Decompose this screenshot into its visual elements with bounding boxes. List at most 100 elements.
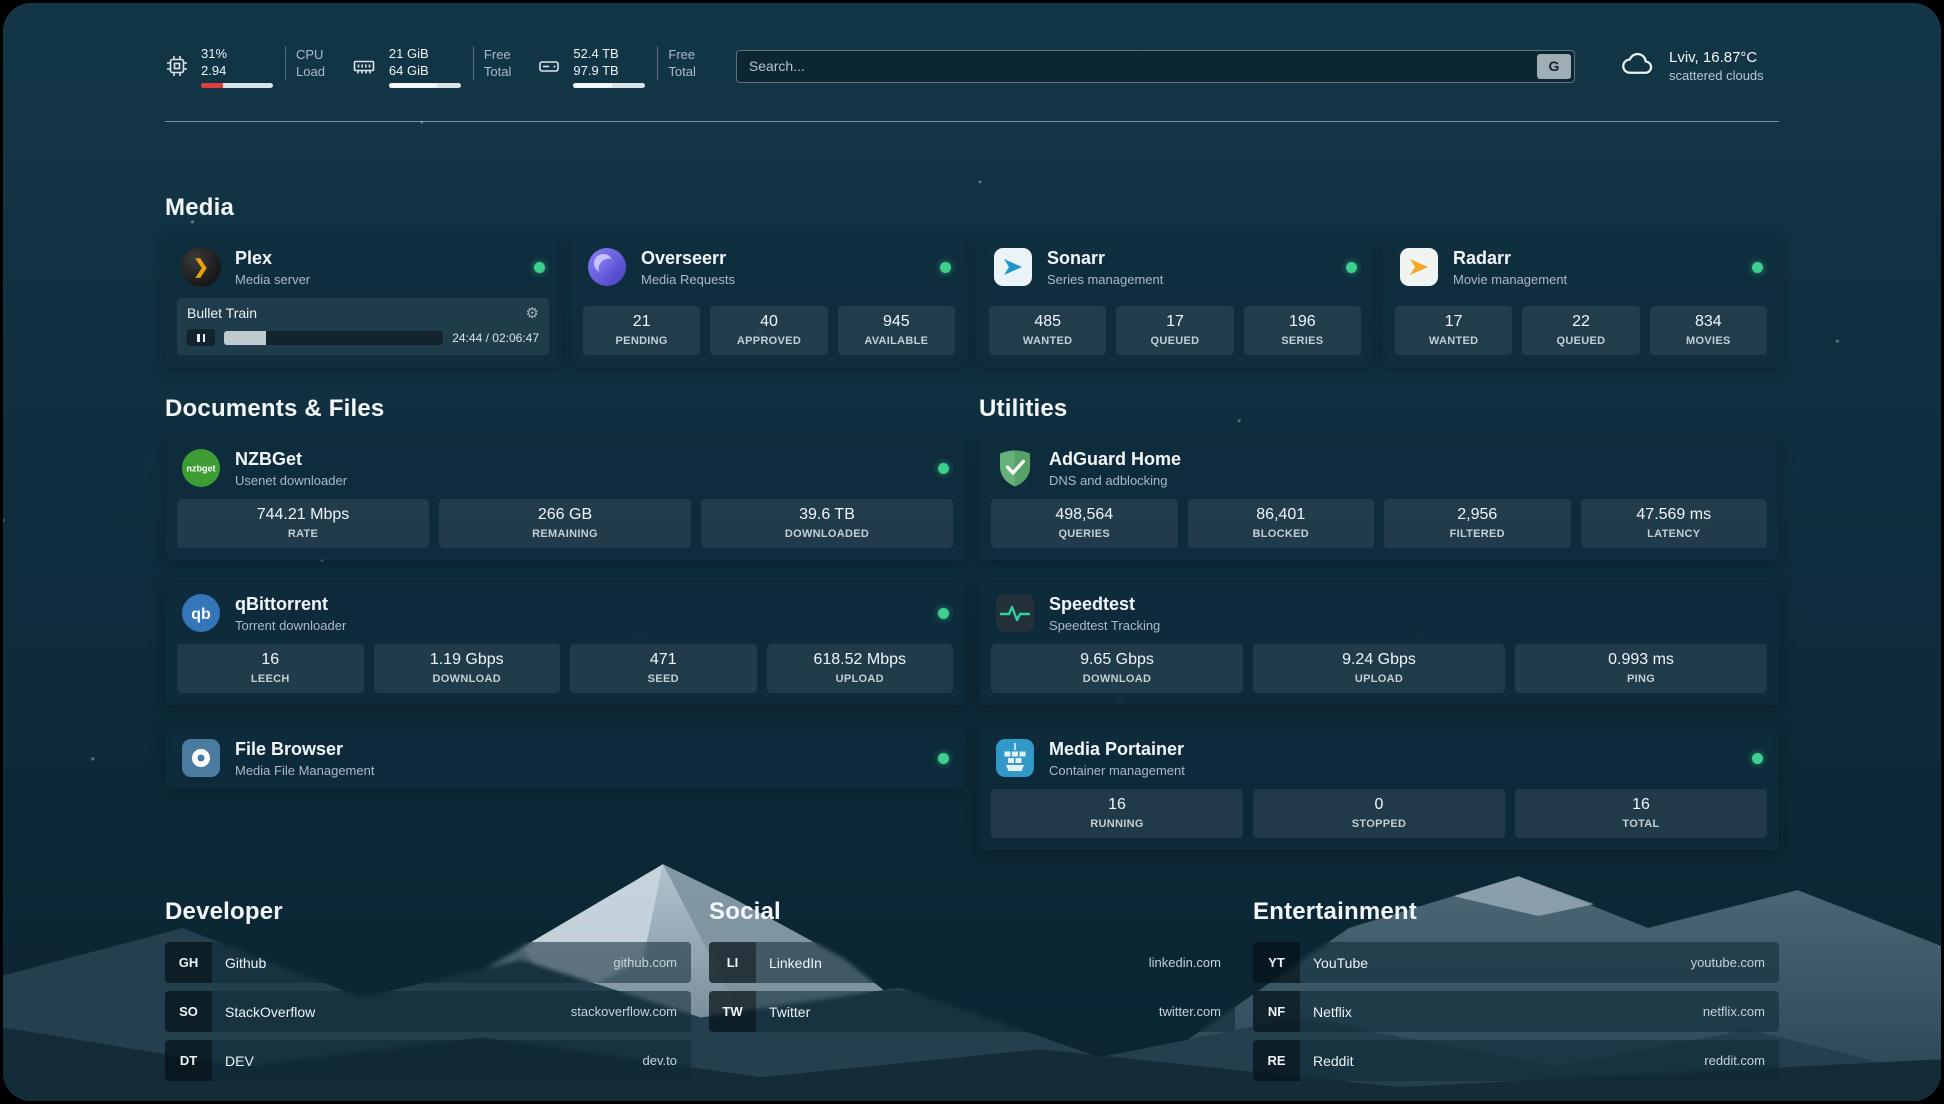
reddit-icon: RE bbox=[1253, 1040, 1300, 1081]
app-name: Speedtest bbox=[1049, 594, 1160, 615]
plex-now-playing: Bullet Train ⚙ 24:44 / 02:06:47 bbox=[177, 298, 549, 355]
app-name: Overseerr bbox=[641, 248, 735, 269]
app-description: Media Requests bbox=[641, 272, 735, 287]
disk-free-label: Free bbox=[668, 46, 695, 63]
app-card-nzbget[interactable]: nzbget NZBGet Usenet downloader 74 bbox=[165, 437, 965, 560]
stat-upload: 618.52 Mbps UPLOAD bbox=[767, 644, 954, 693]
app-name: Sonarr bbox=[1047, 248, 1163, 269]
section-social: Social LI LinkedIn linkedin.com TW Twitt… bbox=[709, 898, 1235, 1081]
app-description: DNS and adblocking bbox=[1049, 473, 1181, 488]
app-card-portainer[interactable]: Media Portainer Container management 16 … bbox=[979, 727, 1779, 850]
status-dot bbox=[938, 463, 949, 474]
stat-available: 945 AVAILABLE bbox=[838, 306, 955, 355]
stat-filtered: 2,956 FILTERED bbox=[1384, 499, 1571, 548]
section-documents: Documents & Files nzbget bbox=[165, 395, 965, 850]
twitter-icon: TW bbox=[709, 991, 756, 1032]
app-description: Series management bbox=[1047, 272, 1163, 287]
cpu-percent: 31% bbox=[201, 45, 273, 62]
status-dot bbox=[938, 608, 949, 619]
ram-widget: 21 GiB 64 GiB Free Total bbox=[351, 45, 511, 88]
weather-location: Lviv, 16.87°C bbox=[1669, 49, 1764, 66]
stat-downloaded: 39.6 TB DOWNLOADED bbox=[701, 499, 953, 548]
bookmark-stackoverflow[interactable]: SO StackOverflow stackoverflow.com bbox=[165, 991, 691, 1032]
svg-text:nzbget: nzbget bbox=[187, 464, 216, 474]
bookmark-linkedin[interactable]: LI LinkedIn linkedin.com bbox=[709, 942, 1235, 983]
app-card-sonarr[interactable]: Sonarr Series management 485 WANTED 17 Q… bbox=[977, 236, 1373, 367]
bookmark-netflix[interactable]: NF Netflix netflix.com bbox=[1253, 991, 1779, 1032]
bookmark-dev[interactable]: DT DEV dev.to bbox=[165, 1040, 691, 1081]
app-card-overseerr[interactable]: Overseerr Media Requests 21 PENDING 40 A… bbox=[571, 236, 967, 367]
top-bar: 31% 2.94 CPU Load bbox=[165, 39, 1779, 93]
speedtest-icon bbox=[995, 593, 1035, 633]
header-divider bbox=[165, 121, 1779, 122]
app-name: Radarr bbox=[1453, 248, 1567, 269]
weather-widget[interactable]: Lviv, 16.87°C scattered clouds bbox=[1619, 49, 1779, 83]
media-heading: Media bbox=[165, 194, 1779, 222]
stat-latency: 47.569 ms LATENCY bbox=[1581, 499, 1768, 548]
stat-wanted: 485 WANTED bbox=[989, 306, 1106, 355]
playback-progress-bar[interactable] bbox=[224, 331, 443, 345]
ram-free-label: Free bbox=[484, 46, 511, 63]
search-input[interactable] bbox=[736, 50, 1575, 83]
developer-heading: Developer bbox=[165, 898, 691, 926]
disk-widget: 52.4 TB 97.9 TB Free Total bbox=[537, 45, 695, 88]
stat-upload: 9.24 Gbps UPLOAD bbox=[1253, 644, 1505, 693]
svg-text:qb: qb bbox=[191, 606, 211, 623]
status-dot bbox=[938, 753, 949, 764]
ram-total-label: Total bbox=[484, 63, 511, 80]
system-stats: 31% 2.94 CPU Load bbox=[165, 45, 722, 88]
stat-download: 1.19 Gbps DOWNLOAD bbox=[374, 644, 561, 693]
overseerr-icon bbox=[587, 247, 627, 287]
search-bar: G bbox=[736, 50, 1575, 83]
utilities-heading: Utilities bbox=[979, 395, 1779, 423]
section-media: Media ❯ Plex Media server Bullet Tr bbox=[165, 194, 1779, 367]
stat-movies: 834 MOVIES bbox=[1650, 306, 1767, 355]
filebrowser-icon bbox=[181, 738, 221, 778]
pause-button[interactable] bbox=[187, 329, 215, 346]
app-description: Media server bbox=[235, 272, 310, 287]
playback-time: 24:44 / 02:06:47 bbox=[452, 331, 539, 345]
app-description: Usenet downloader bbox=[235, 473, 347, 488]
search-engine-button[interactable]: G bbox=[1537, 54, 1571, 79]
ram-total: 64 GiB bbox=[389, 62, 461, 79]
app-card-speedtest[interactable]: Speedtest Speedtest Tracking 9.65 Gbps D… bbox=[979, 582, 1779, 705]
cloud-icon bbox=[1619, 50, 1657, 83]
app-card-filebrowser[interactable]: File Browser Media File Management bbox=[165, 727, 965, 789]
app-name: File Browser bbox=[235, 739, 374, 760]
app-card-qbittorrent[interactable]: qb qBittorrent Torrent downloader bbox=[165, 582, 965, 705]
stat-series: 196 SERIES bbox=[1244, 306, 1361, 355]
gear-icon[interactable]: ⚙ bbox=[526, 306, 539, 321]
bookmark-github[interactable]: GH Github github.com bbox=[165, 942, 691, 983]
cpu-load-label: Load bbox=[296, 63, 325, 80]
nzbget-icon: nzbget bbox=[181, 448, 221, 488]
github-icon: GH bbox=[165, 942, 212, 983]
now-playing-title: Bullet Train bbox=[187, 305, 257, 321]
stat-total: 16 TOTAL bbox=[1515, 789, 1767, 838]
bookmark-youtube[interactable]: YT YouTube youtube.com bbox=[1253, 942, 1779, 983]
app-description: Torrent downloader bbox=[235, 618, 346, 633]
cpu-load-value: 2.94 bbox=[201, 62, 273, 79]
dashboard-window: 31% 2.94 CPU Load bbox=[3, 3, 1941, 1101]
app-card-radarr[interactable]: Radarr Movie management 17 WANTED 22 QUE… bbox=[1383, 236, 1779, 367]
stat-ping: 0.993 ms PING bbox=[1515, 644, 1767, 693]
stat-wanted: 17 WANTED bbox=[1395, 306, 1512, 355]
cpu-icon bbox=[165, 54, 189, 78]
stat-pending: 21 PENDING bbox=[583, 306, 700, 355]
app-description: Speedtest Tracking bbox=[1049, 618, 1160, 633]
app-name: Media Portainer bbox=[1049, 739, 1185, 760]
disk-total: 97.9 TB bbox=[573, 62, 645, 79]
stat-leech: 16 LEECH bbox=[177, 644, 364, 693]
bookmark-twitter[interactable]: TW Twitter twitter.com bbox=[709, 991, 1235, 1032]
app-name: NZBGet bbox=[235, 449, 347, 470]
ram-usage-bar bbox=[389, 83, 461, 88]
app-card-plex[interactable]: ❯ Plex Media server Bullet Train ⚙ bbox=[165, 236, 561, 367]
linkedin-icon: LI bbox=[709, 942, 756, 983]
app-name: qBittorrent bbox=[235, 594, 346, 615]
stat-blocked: 86,401 BLOCKED bbox=[1188, 499, 1375, 548]
status-dot bbox=[940, 262, 951, 273]
bookmark-reddit[interactable]: RE Reddit reddit.com bbox=[1253, 1040, 1779, 1081]
disk-total-label: Total bbox=[668, 63, 695, 80]
stat-seed: 471 SEED bbox=[570, 644, 757, 693]
status-dot bbox=[1752, 262, 1763, 273]
app-card-adguard[interactable]: AdGuard Home DNS and adblocking 498,564 … bbox=[979, 437, 1779, 560]
